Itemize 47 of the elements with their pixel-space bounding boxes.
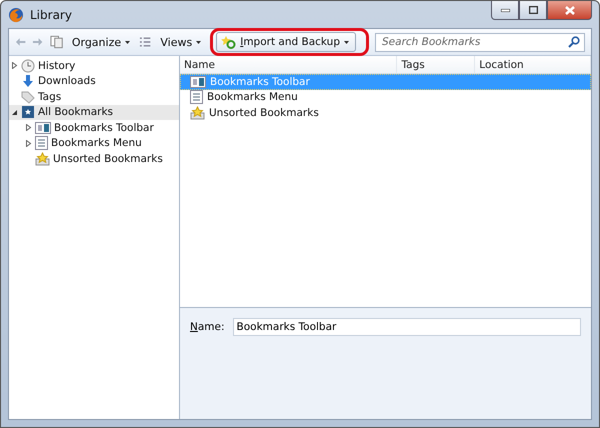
maximize-button[interactable] (519, 1, 547, 20)
name-label: Name: (190, 320, 225, 335)
list-view-icon (139, 36, 152, 48)
sidebar-item[interactable]: All Bookmarks (9, 104, 179, 120)
organize-menu[interactable]: Organize (68, 34, 134, 50)
star-folder-icon (35, 152, 50, 166)
expand-arrow-icon[interactable] (25, 140, 32, 147)
toolbar-folder-icon (35, 122, 51, 134)
sidebar-item[interactable]: Tags (9, 89, 179, 104)
column-header[interactable]: Name (180, 56, 398, 73)
collapse-arrow-icon[interactable] (11, 108, 18, 116)
expand-arrow-icon[interactable] (11, 62, 18, 70)
close-icon (564, 6, 574, 14)
column-header[interactable]: Tags (397, 56, 476, 73)
bookmarks-library-icon (21, 105, 35, 120)
browser-logo-icon (8, 6, 24, 22)
minimize-icon (500, 8, 510, 12)
dropdown-caret-icon (344, 40, 349, 44)
bookmark-row[interactable]: Unsorted Bookmarks (180, 105, 591, 120)
close-button[interactable] (547, 1, 592, 20)
menu-folder-icon (35, 136, 48, 150)
download-arrow-icon (21, 74, 35, 88)
pages-icon (50, 35, 63, 49)
tag-icon (21, 90, 35, 104)
window-title: Library (30, 8, 72, 22)
search-field[interactable]: Search Bookmarks (375, 32, 585, 52)
sidebar-item[interactable]: Bookmarks Menu (9, 136, 179, 151)
expand-arrow-icon[interactable] (25, 124, 32, 132)
import-backup-button[interactable]: Import and Backup (216, 32, 356, 52)
name-field[interactable]: Bookmarks Toolbar (232, 318, 581, 336)
clock-icon (21, 58, 35, 73)
sidebar-item[interactable]: History (9, 58, 179, 74)
dropdown-caret-icon (196, 40, 202, 44)
menu-folder-icon (190, 90, 203, 104)
sidebar-item[interactable]: Unsorted Bookmarks (9, 151, 179, 166)
toolbar-folder-icon (190, 76, 206, 88)
sidebar-item[interactable]: Bookmarks Toolbar (9, 120, 179, 136)
column-header[interactable]: Location (475, 56, 591, 73)
search-icon (568, 36, 580, 48)
dropdown-caret-icon (125, 40, 130, 44)
star-refresh-icon (220, 35, 236, 49)
star-folder-icon (190, 106, 205, 120)
views-menu[interactable]: Views (157, 34, 204, 50)
sidebar-item[interactable]: Downloads (9, 74, 179, 89)
bookmark-row[interactable]: Bookmarks Menu (180, 90, 591, 105)
maximize-icon (528, 6, 538, 14)
minimize-button[interactable] (491, 1, 519, 20)
